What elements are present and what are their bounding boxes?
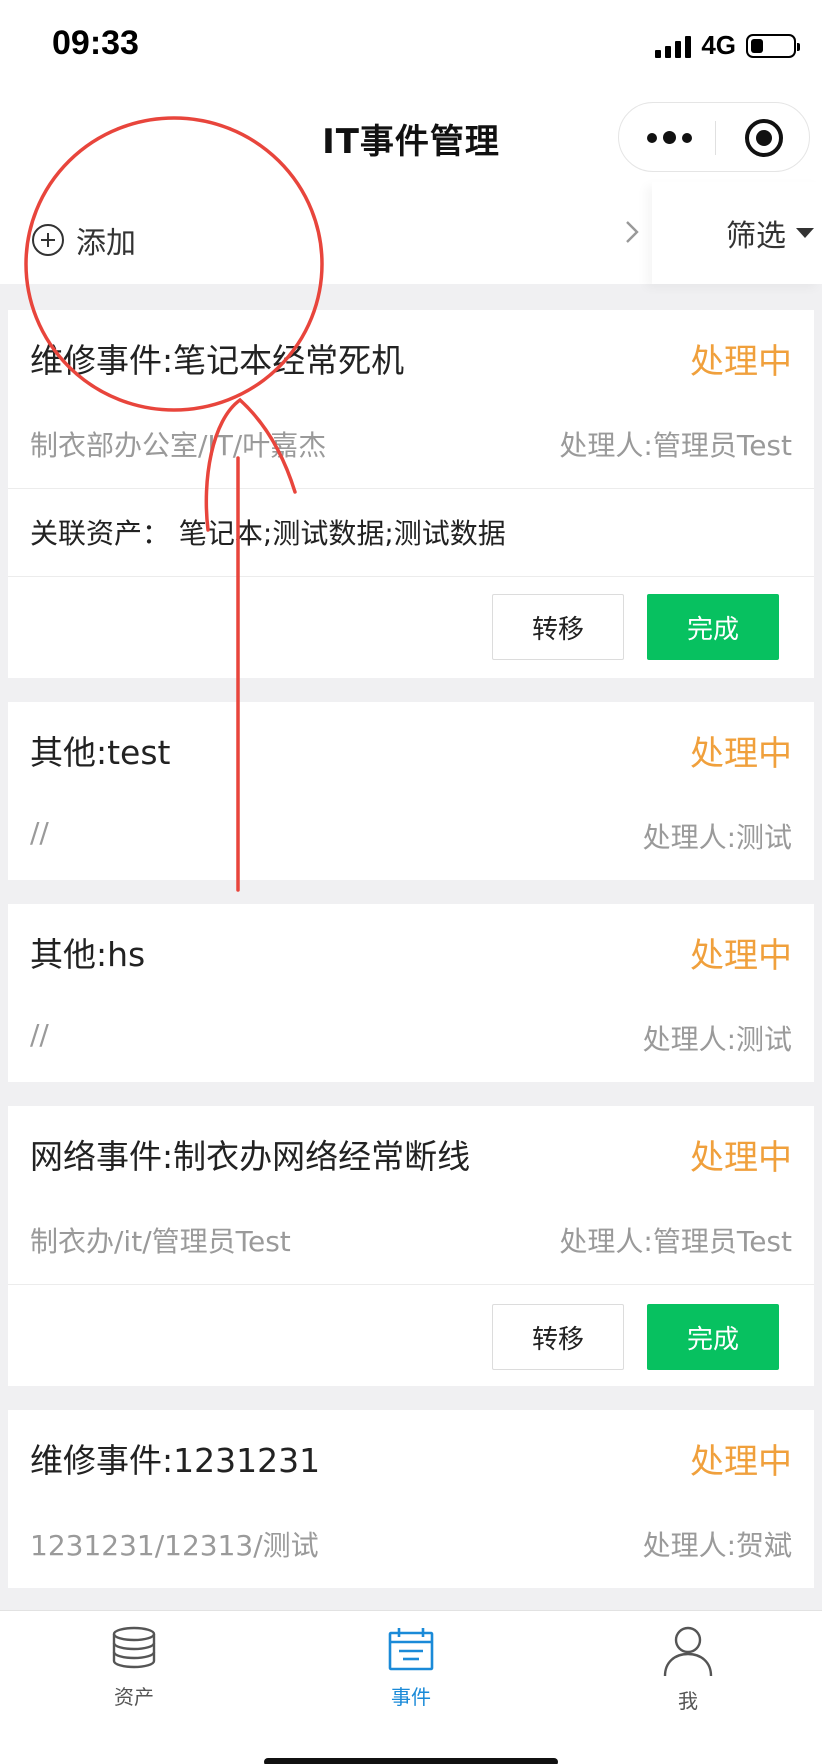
user-icon [663,1626,713,1677]
status-time: 09:33 [52,24,139,62]
mini-program-capsule [618,102,810,172]
event-handler: 处理人:管理员Test [559,429,792,462]
chevron-right-icon[interactable] [620,220,644,244]
event-location: 制衣办/it/管理员Test [30,1225,291,1258]
event-card[interactable]: 网络事件:制衣办网络经常断线 处理中 制衣办/it/管理员Test 处理人:管理… [8,1106,814,1386]
event-location: // [30,816,49,849]
divider [8,1284,814,1285]
event-location: 1231231/12313/测试 [30,1529,319,1562]
transfer-button[interactable]: 转移 [492,1304,624,1370]
event-title: 维修事件:1231231 [30,1441,321,1480]
caret-down-icon [796,228,814,238]
capsule-divider [715,121,716,155]
tab-events[interactable]: 事件 [341,1625,481,1710]
status-badge: 处理中 [690,734,792,774]
database-icon [112,1626,156,1669]
linked-assets: 关联资产： 笔记本;测试数据;测试数据 [30,517,506,550]
status-badge: 处理中 [690,1138,792,1178]
event-title: 网络事件:制衣办网络经常断线 [30,1137,471,1176]
event-handler: 处理人:测试 [642,1023,792,1056]
signal-icon [655,34,692,58]
divider [8,488,814,489]
battery-icon [746,33,800,58]
tab-assets[interactable]: 资产 [64,1625,204,1710]
tab-label: 事件 [391,1685,431,1709]
plus-circle-icon [32,224,64,256]
nav-bar: IT事件管理 [0,92,822,182]
status-badge: 处理中 [690,342,792,382]
event-location: 制衣部办公室/IT/叶嘉杰 [30,429,327,462]
filter-label: 筛选 [726,219,786,254]
network-type: 4G [701,30,736,60]
event-title: 其他:test [30,733,171,772]
event-handler: 处理人:测试 [642,821,792,854]
divider [8,576,814,577]
event-title: 其他:hs [30,935,146,974]
event-handler: 处理人:贺斌 [642,1529,792,1562]
event-card[interactable]: 其他:hs 处理中 // 处理人:测试 [8,904,814,1082]
event-card[interactable]: 维修事件:笔记本经常死机 处理中 制衣部办公室/IT/叶嘉杰 处理人:管理员Te… [8,310,814,678]
status-bar: 09:33 4G [0,0,822,92]
tab-me[interactable]: 我 [618,1625,758,1714]
tab-bar: 资产 事件 我 [0,1610,822,1764]
complete-button[interactable]: 完成 [647,594,779,660]
close-miniprogram-icon[interactable] [745,119,783,157]
tab-label: 资产 [114,1685,154,1709]
status-indicators: 4G [655,30,800,61]
add-label: 添加 [76,226,136,261]
event-title: 维修事件:笔记本经常死机 [30,341,405,380]
event-location: // [30,1018,49,1051]
more-icon[interactable] [647,131,692,144]
home-indicator [264,1758,558,1764]
calendar-icon [388,1628,434,1671]
complete-button[interactable]: 完成 [647,1304,779,1370]
filter-button[interactable]: 筛选 [652,182,822,284]
tab-label: 我 [678,1689,698,1713]
event-card[interactable]: 其他:test 处理中 // 处理人:测试 [8,702,814,880]
status-badge: 处理中 [690,936,792,976]
event-handler: 处理人:管理员Test [559,1225,792,1258]
status-badge: 处理中 [690,1442,792,1482]
add-button[interactable]: 添加 [32,218,136,262]
toolbar: 添加 筛选 [0,182,822,284]
event-card[interactable]: 维修事件:1231231 处理中 1231231/12313/测试 处理人:贺斌 [8,1410,814,1588]
transfer-button[interactable]: 转移 [492,594,624,660]
